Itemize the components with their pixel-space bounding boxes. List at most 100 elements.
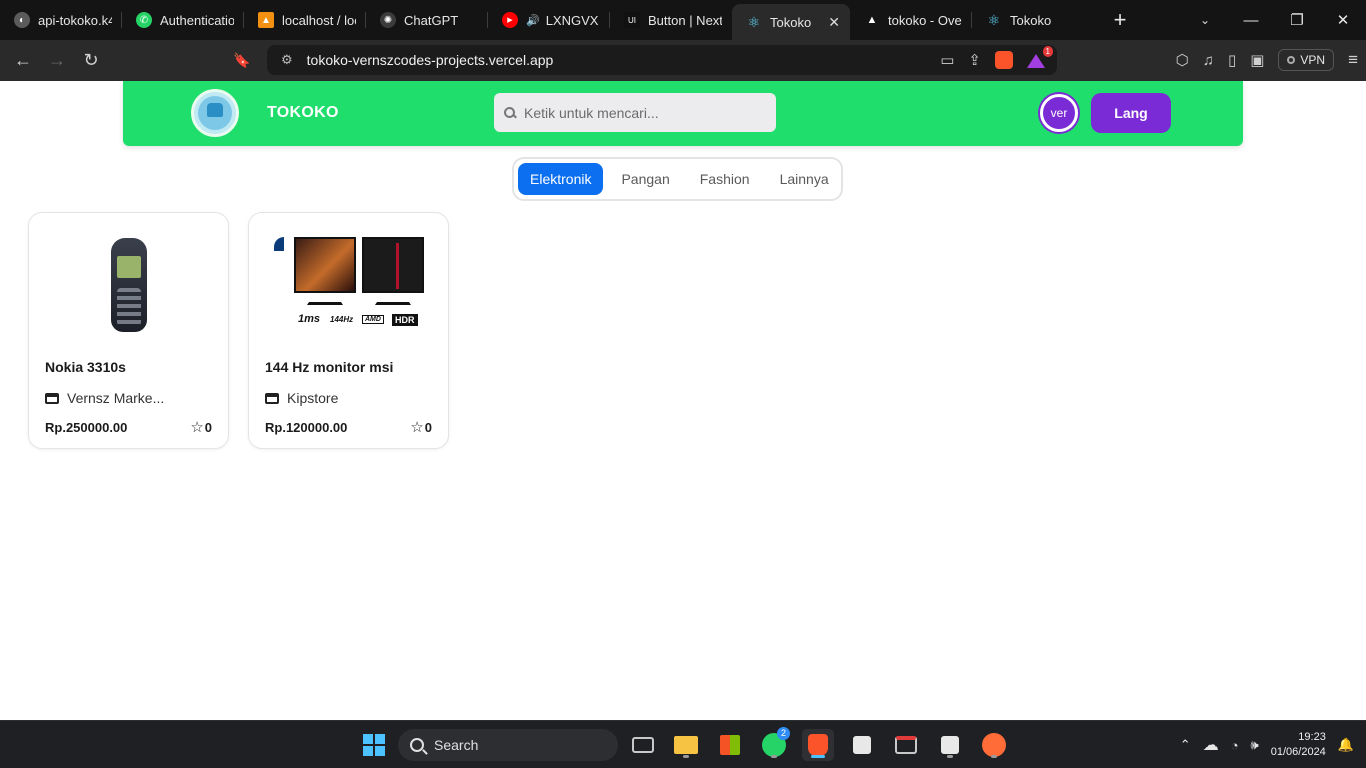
product-price: Rp.120000.00 (265, 420, 348, 435)
vpn-status-icon (1287, 56, 1296, 64)
vpn-button[interactable]: VPN (1278, 49, 1335, 71)
monitor-image: 1ms 144Hz AMD HDR (274, 235, 424, 335)
task-view-button[interactable] (627, 729, 659, 761)
product-image[interactable] (45, 233, 213, 337)
product-name[interactable]: Nokia 3310s (45, 359, 126, 375)
start-button[interactable] (358, 729, 390, 761)
tab-title: Button | NextU (648, 12, 722, 28)
cube-app-icon (853, 736, 871, 754)
close-window-button[interactable]: ✕ (1320, 0, 1366, 40)
product-card[interactable]: 1ms 144Hz AMD HDR 144 Hz monitor msi Kip… (248, 212, 449, 449)
whatsapp-app-button[interactable]: 2 (758, 727, 790, 761)
tab-youtube[interactable]: ▶ 🔊 LXNGVX - (488, 0, 610, 40)
tab-fashion[interactable]: Fashion (688, 163, 762, 195)
tab-title: Tokoko (770, 14, 812, 30)
vpn-label: VPN (1300, 53, 1326, 67)
product-store: Vernsz Marke... (45, 390, 164, 406)
tab-elektronik[interactable]: Elektronik (518, 163, 604, 195)
taskbar-search[interactable]: Search (398, 729, 618, 761)
rewards-badge: 1 (1042, 46, 1053, 57)
forward-button[interactable]: → (40, 44, 74, 78)
search-input[interactable] (524, 104, 764, 121)
store-icon (45, 392, 59, 404)
file-explorer-button[interactable] (670, 729, 702, 761)
system-tray: ⌃ ☁ ◔ 🕪 19:23 01/06/2024 🔔 (1180, 721, 1354, 768)
tab-lainnya[interactable]: Lainnya (768, 163, 841, 195)
product-card[interactable]: Nokia 3310s Vernsz Marke... Rp.250000.00… (28, 212, 229, 449)
product-rating: ☆ 0 (410, 418, 432, 436)
reload-button[interactable]: ↻ (74, 44, 108, 78)
brave-app-button[interactable] (802, 729, 834, 761)
tab-title: tokoko - Over (888, 12, 962, 28)
notification-bell-icon[interactable]: 🔔 (1338, 737, 1354, 753)
search-box[interactable] (494, 93, 776, 132)
new-tab-button[interactable]: + (1100, 0, 1140, 40)
store-app-button[interactable] (714, 729, 746, 761)
clock-date: 01/06/2024 (1270, 746, 1326, 758)
tab-title: Authentication (160, 12, 234, 28)
brand-name[interactable]: TOKOKO (267, 104, 339, 122)
store-logo-icon (198, 96, 232, 130)
extensions-icon[interactable]: ⬡ (1176, 51, 1189, 69)
browser-toolbar-actions: ⬡ ♫ ▯ ▣ VPN ≡ (1176, 45, 1358, 75)
monitor-stand (375, 295, 411, 305)
minimize-button[interactable]: — (1228, 0, 1274, 40)
search-icon (410, 738, 424, 752)
brave-rewards-icon[interactable]: 1 (1027, 46, 1053, 68)
app-button-screenshot[interactable] (890, 729, 922, 761)
phpmyadmin-icon: ▲ (258, 12, 274, 28)
brave-shields-icon[interactable] (995, 51, 1013, 69)
tab-chatgpt[interactable]: ✺ ChatGPT (366, 0, 488, 40)
category-tabs: Elektronik Pangan Fashion Lainnya (512, 157, 843, 201)
tab-vercel-overview[interactable]: ▲ tokoko - Over (850, 0, 972, 40)
sidebar-icon[interactable]: ▯ (1228, 51, 1236, 69)
media-icon[interactable]: ♫ (1203, 52, 1214, 69)
tab-search-chevron-icon[interactable]: ⌄ (1190, 0, 1220, 40)
product-price: Rp.250000.00 (45, 420, 128, 435)
menu-icon[interactable]: ≡ (1348, 50, 1358, 70)
window-controls: — ❐ ✕ (1228, 0, 1366, 40)
cube-app-icon (941, 736, 959, 754)
rating-value: 0 (204, 419, 212, 435)
tab-title: ChatGPT (404, 12, 459, 28)
address-bar[interactable]: ⚙ tokoko-vernszcodes-projects.vercel.app… (267, 45, 1057, 75)
cast-icon[interactable]: ▭ (940, 51, 954, 69)
url-text[interactable]: tokoko-vernszcodes-projects.vercel.app (307, 52, 554, 68)
taskbar-clock[interactable]: 19:23 01/06/2024 (1271, 730, 1326, 760)
site-info-icon[interactable]: ⚙ (281, 52, 293, 68)
postman-app-button[interactable] (978, 729, 1010, 761)
tray-overflow-icon[interactable]: ⌃ (1180, 737, 1191, 753)
wallet-icon[interactable]: ▣ (1250, 51, 1264, 69)
feature-1ms: 1ms (298, 313, 321, 325)
restore-button[interactable]: ❐ (1274, 0, 1320, 40)
site-logo[interactable] (191, 89, 239, 137)
tab-localhost[interactable]: ▲ localhost / loc (244, 0, 366, 40)
whatsapp-icon: ✆ (136, 12, 152, 28)
snip-tool-icon (895, 736, 917, 754)
product-rating: ☆ 0 (190, 418, 212, 436)
back-button[interactable]: ← (6, 44, 40, 78)
onedrive-cloud-icon[interactable]: ☁ (1203, 735, 1219, 755)
tab-title: api-tokoko.k4r (38, 12, 112, 28)
tab-tokoko-active[interactable]: ⚛ Tokoko ✕ (732, 4, 850, 40)
wifi-icon[interactable]: ◔ (1231, 738, 1239, 753)
running-indicator (771, 755, 777, 758)
user-avatar[interactable]: ver (1040, 94, 1078, 132)
volume-icon[interactable]: 🕪 (1251, 737, 1259, 753)
bookmark-icon[interactable]: 🔖 (225, 44, 259, 78)
close-tab-icon[interactable]: ✕ (820, 14, 840, 31)
folder-icon (674, 736, 698, 754)
audio-playing-icon[interactable]: 🔊 (526, 14, 540, 27)
tab-nextui-button[interactable]: UI Button | NextU (610, 0, 732, 40)
app-button-cube[interactable] (846, 729, 878, 761)
product-image[interactable]: 1ms 144Hz AMD HDR (265, 233, 433, 337)
tab-api-tokoko[interactable]: ◐ api-tokoko.k4r (0, 0, 122, 40)
tab-tokoko[interactable]: ⚛ Tokoko (972, 0, 1094, 40)
vercel-icon: ▲ (866, 14, 878, 26)
app-button-cube-2[interactable] (934, 729, 966, 761)
product-name[interactable]: 144 Hz monitor msi (265, 359, 393, 375)
share-icon[interactable]: ⇪ (968, 51, 981, 69)
tab-pangan[interactable]: Pangan (609, 163, 681, 195)
tab-authentication[interactable]: ✆ Authentication (122, 0, 244, 40)
login-button[interactable]: Lang (1091, 93, 1171, 133)
